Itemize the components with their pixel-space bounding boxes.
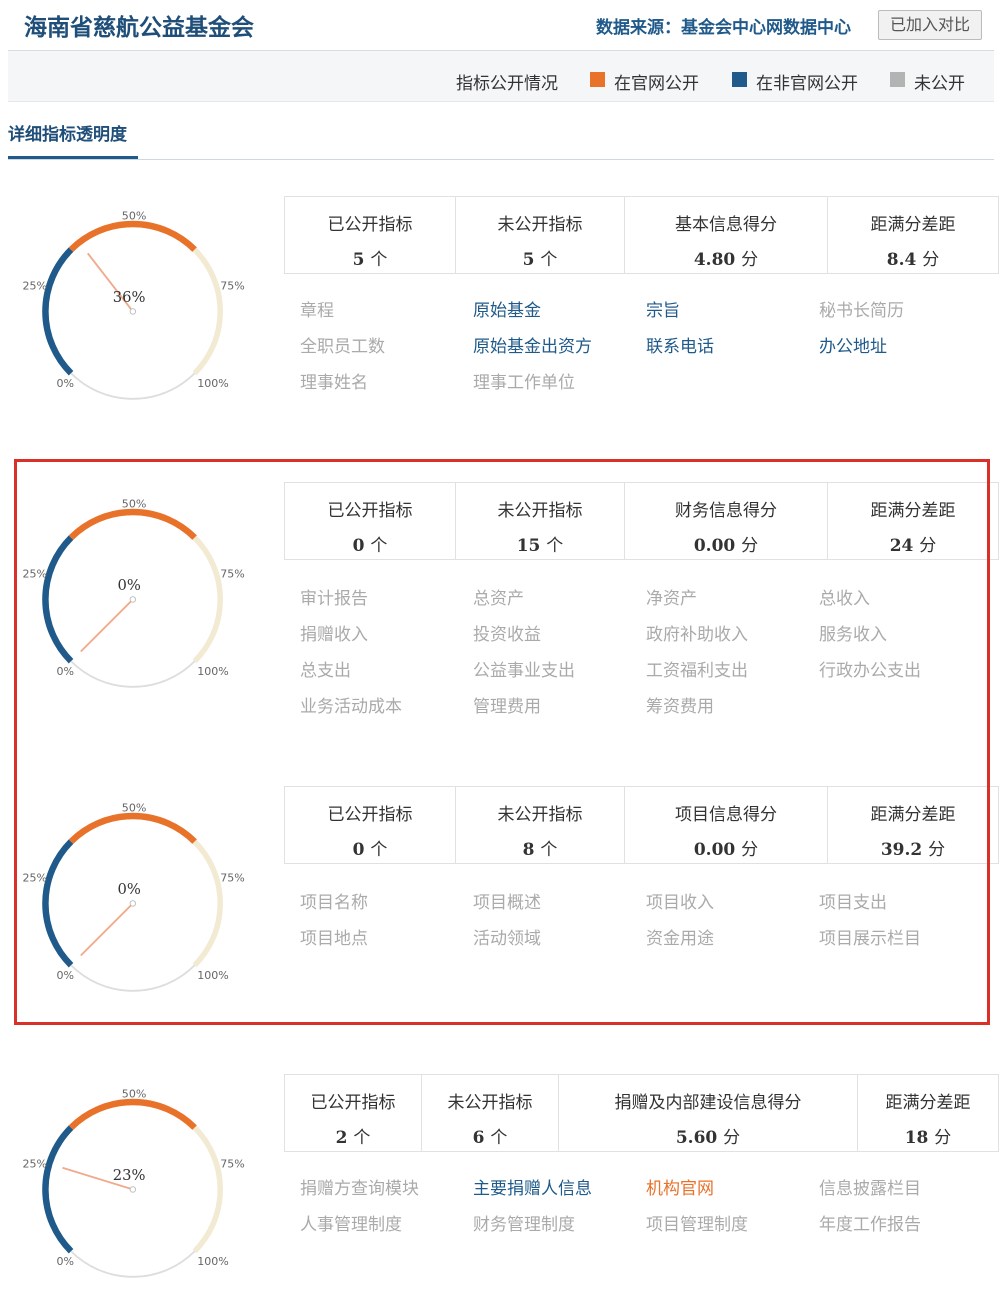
stat-cell: 已公开指标 5 个 xyxy=(284,196,456,274)
stat-label: 捐赠及内部建设信息得分 xyxy=(614,1093,802,1113)
gauge-hub xyxy=(129,1186,137,1193)
indicator-item: 年度工作报告 xyxy=(819,1215,921,1235)
stat-number: 2 xyxy=(335,1128,354,1148)
gauge-tick-label: 100% xyxy=(197,1255,229,1268)
indicator-item: 项目管理制度 xyxy=(646,1215,748,1235)
gauge-tick-label: 50% xyxy=(122,1087,147,1100)
stat-value: 2 个 xyxy=(285,1123,421,1148)
stat-number: 8.4 xyxy=(886,250,923,270)
gauge-tick-label: 50% xyxy=(122,209,147,222)
added-to-compare-button[interactable]: 已加入对比 xyxy=(878,10,982,40)
indicator-item: 全职员工数 xyxy=(300,337,385,357)
stat-value: 5 个 xyxy=(285,245,455,270)
gauge-arc-75-100 xyxy=(192,1125,224,1254)
stat-value: 8.4 分 xyxy=(828,245,998,270)
stat-cell: 未公开指标 5 个 xyxy=(455,196,625,274)
stat-number: 4.80 xyxy=(693,250,742,270)
legend-label-non-official-site: 在非官网公开 xyxy=(756,74,858,94)
stat-unit: 分 xyxy=(922,250,940,270)
indicator-item[interactable]: 联系电话 xyxy=(646,332,714,357)
indicator-item: 财务管理制度 xyxy=(473,1215,575,1235)
indicator-item: 理事姓名 xyxy=(300,373,368,393)
indicator-item: 捐赠方查询模块 xyxy=(300,1179,419,1199)
stats-table: 已公开指标 5 个 未公开指标 5 个 基本信息得分 4.80 分 距满分差距 8.4 分 xyxy=(284,196,999,274)
gauge-arc-75-100 xyxy=(192,247,224,376)
stat-cell: 未公开指标 6 个 xyxy=(421,1074,559,1152)
indicator-item[interactable]: 宗旨 xyxy=(646,296,680,321)
stat-label: 已公开指标 xyxy=(310,1093,396,1113)
gauge-tick-label: 0% xyxy=(56,1255,74,1268)
indicator-item[interactable]: 原始基金 xyxy=(473,296,541,321)
gauge-arc-bottom xyxy=(70,372,196,400)
indicator-item: 秘书长简历 xyxy=(819,301,904,321)
stat-value: 5 个 xyxy=(456,245,624,270)
stat-unit: 个 xyxy=(540,250,558,270)
stat-cell: 已公开指标 2 个 xyxy=(284,1074,422,1152)
legend-swatch-non-official-site xyxy=(732,72,747,87)
stats-table: 已公开指标 2 个 未公开指标 6 个 捐赠及内部建设信息得分 5.60 分 距满分差距 18… xyxy=(284,1074,999,1152)
legend-swatch-official-site xyxy=(590,72,605,87)
stat-label: 未公开指标 xyxy=(497,215,583,235)
indicator-item: 章程 xyxy=(300,301,334,321)
stat-number: 18 xyxy=(904,1128,935,1148)
stat-number: 5.60 xyxy=(675,1128,724,1148)
page-header: 海南省慈航公益基金会 数据来源：基金会中心网数据中心 已加入对比 xyxy=(8,0,994,51)
gauge-arc-25-75 xyxy=(68,220,197,252)
stat-number: 5 xyxy=(522,250,541,270)
tab-detailed-indicator-transparency[interactable]: 详细指标透明度 xyxy=(8,120,127,145)
stat-label: 已公开指标 xyxy=(327,215,413,235)
stat-value: 5.60 分 xyxy=(559,1123,857,1148)
stat-unit: 分 xyxy=(934,1128,952,1148)
stat-cell: 距满分差距 18 分 xyxy=(857,1074,999,1152)
legend-title: 指标公开情况 xyxy=(456,74,558,94)
stat-unit: 个 xyxy=(370,250,388,270)
stat-label: 距满分差距 xyxy=(885,1093,971,1113)
indicator-item[interactable]: 办公地址 xyxy=(819,332,887,357)
legend-label-unpublished: 未公开 xyxy=(914,74,965,94)
org-title: 海南省慈航公益基金会 xyxy=(24,14,254,41)
stat-unit: 个 xyxy=(353,1128,371,1148)
indicator-item: 人事管理制度 xyxy=(300,1215,402,1235)
stat-label: 未公开指标 xyxy=(447,1093,533,1113)
stat-value: 6 个 xyxy=(422,1123,558,1148)
gauge-tick-label: 75% xyxy=(220,279,245,292)
transparency-gauge: 0% 25% 50% 75% 100% 36% xyxy=(22,209,245,400)
stat-label: 距满分差距 xyxy=(870,215,956,235)
stat-cell: 距满分差距 8.4 分 xyxy=(827,196,999,274)
indicator-item[interactable]: 原始基金出资方 xyxy=(473,332,592,357)
stat-cell: 捐赠及内部建设信息得分 5.60 分 xyxy=(558,1074,858,1152)
stat-label: 基本信息得分 xyxy=(675,215,777,235)
transparency-gauge: 0% 25% 50% 75% 100% 23% xyxy=(22,1087,245,1278)
stat-cell: 基本信息得分 4.80 分 xyxy=(624,196,828,274)
gauge-value: 23% xyxy=(113,1167,146,1184)
stat-value: 4.80 分 xyxy=(625,245,827,270)
legend-bar: 指标公开情况 在官网公开 在非官网公开 未公开 xyxy=(8,51,994,102)
gauge-tick-label: 25% xyxy=(22,279,47,292)
gauge-value: 36% xyxy=(113,289,146,306)
stat-value: 18 分 xyxy=(858,1123,998,1148)
gauge-hub xyxy=(129,308,137,315)
gauge-tick-label: 0% xyxy=(56,377,74,390)
gauge-arc-25-75 xyxy=(68,1098,197,1130)
legend-label-official-site: 在官网公开 xyxy=(614,74,699,94)
tab-divider xyxy=(8,159,994,160)
gauge-tick-label: 100% xyxy=(197,377,229,390)
gauge-tick-label: 75% xyxy=(220,1157,245,1170)
gauge-tick-label: 25% xyxy=(22,1157,47,1170)
stat-unit: 分 xyxy=(741,250,759,270)
stat-number: 5 xyxy=(352,250,371,270)
data-source-label: 数据来源：基金会中心网数据中心 xyxy=(596,18,851,38)
gauge-arc-0-25 xyxy=(42,1125,74,1254)
indicator-item: 理事工作单位 xyxy=(473,373,575,393)
indicator-item[interactable]: 主要捐赠人信息 xyxy=(473,1174,592,1199)
stat-unit: 分 xyxy=(723,1128,741,1148)
indicator-item[interactable]: 机构官网 xyxy=(646,1174,714,1199)
indicator-item: 信息披露栏目 xyxy=(819,1179,921,1199)
gauge-arc-0-25 xyxy=(42,247,74,376)
stat-unit: 个 xyxy=(490,1128,508,1148)
stat-number: 6 xyxy=(472,1128,491,1148)
highlight-box xyxy=(14,459,990,1025)
legend-swatch-unpublished xyxy=(890,72,905,87)
gauge-arc-bottom xyxy=(70,1250,196,1278)
